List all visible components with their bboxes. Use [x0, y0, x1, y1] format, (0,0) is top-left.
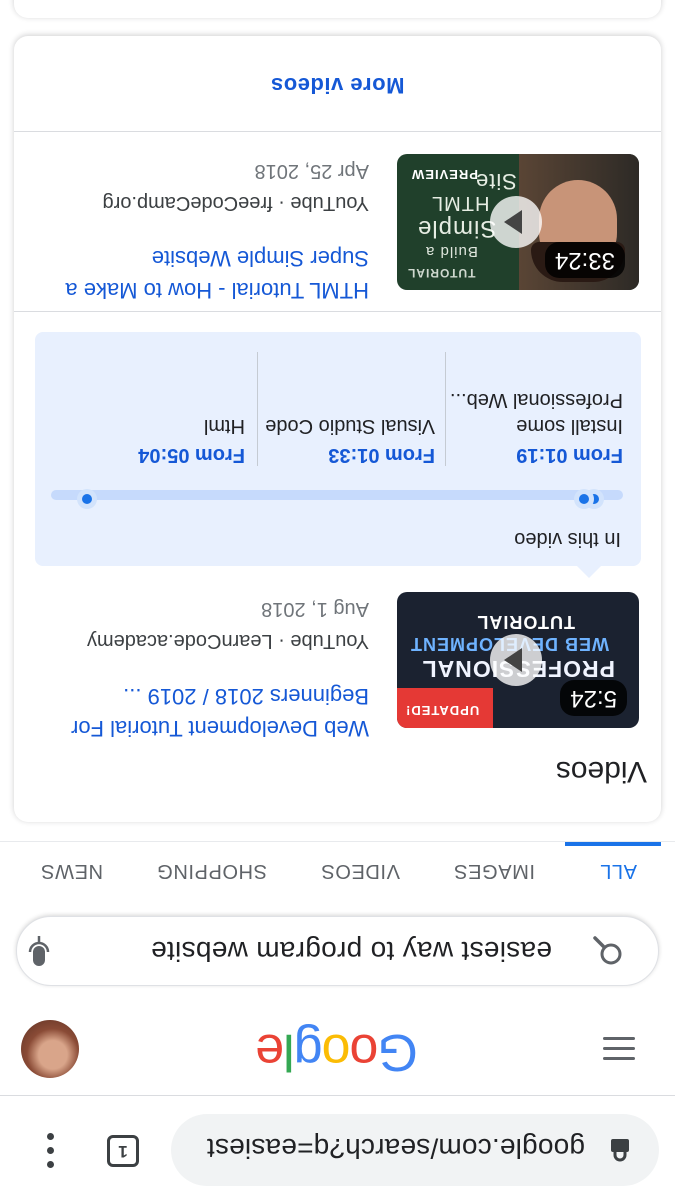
chapter-marker[interactable]	[573, 489, 594, 509]
tab-images[interactable]: IMAGES	[454, 859, 535, 882]
url-text: google.com/search?q=easiest	[206, 1133, 585, 1164]
video-source-1: YouTube · LearnCode.academy	[86, 630, 369, 652]
video-thumbnail-2[interactable]: TUTORIAL Build a Simple HTML Site PREVIE…	[397, 154, 639, 290]
video-duration: 33:24	[544, 242, 625, 278]
logo-letter: G	[378, 1023, 418, 1081]
chapter-2[interactable]: From 01:33 Visual Studio Code	[245, 413, 435, 466]
thumb-text: Build a	[425, 243, 478, 260]
in-this-video-label: In this video	[514, 528, 621, 550]
address-bar[interactable]: google.com/search?q=easiest	[171, 1114, 659, 1186]
video-thumbnail-1[interactable]: UPDATED! PROFESSIONAL WEB DEVELOPMENT TU…	[397, 592, 639, 728]
hamburger-menu-icon[interactable]	[603, 1036, 635, 1060]
previous-result-card	[14, 0, 661, 18]
video-title-1[interactable]: Web Development Tutorial For Beginners 2…	[33, 680, 369, 744]
chapter-time: From 01:33	[328, 444, 435, 466]
video-title-2[interactable]: HTML Tutorial - How to Make a Super Simp…	[33, 242, 369, 306]
google-logo[interactable]: Google	[249, 1022, 425, 1082]
thumb-text: UPDATED!	[405, 703, 480, 718]
chapters-pointer	[575, 564, 603, 578]
thumb-text: HTML	[431, 192, 490, 214]
search-box[interactable]: easiest way to program website	[16, 916, 659, 986]
search-input[interactable]: easiest way to program website	[151, 935, 552, 967]
thumb-text: Site	[475, 169, 517, 194]
tab-all[interactable]: ALL	[600, 859, 637, 882]
overflow-menu-icon[interactable]	[45, 1132, 57, 1168]
thumb-text: TUTORIAL	[407, 266, 476, 280]
videos-heading: Videos	[555, 755, 647, 788]
chapter-1[interactable]: From 01:19 Install some Professional Web…	[433, 387, 623, 466]
chapter-divider	[445, 352, 446, 466]
thumb-text: Simple	[417, 215, 497, 242]
tab-switcher-button[interactable]: 1	[107, 1135, 139, 1167]
screen: google.com/search?q=easiest 1 Google eas…	[0, 0, 675, 1200]
thumb-text: TUTORIAL	[476, 612, 575, 632]
play-icon	[490, 196, 542, 248]
logo-letter: o	[350, 1023, 379, 1081]
chapter-time: From 05:04	[138, 444, 245, 466]
active-tab-indicator	[565, 842, 661, 846]
chapter-title: Html	[203, 415, 245, 437]
logo-letter: g	[294, 1023, 323, 1081]
browser-toolbar: google.com/search?q=easiest 1	[0, 1095, 675, 1200]
logo-letter: o	[322, 1023, 351, 1081]
chapter-divider	[257, 352, 258, 466]
divider	[14, 311, 661, 312]
search-icon[interactable]	[592, 935, 624, 967]
chapter-marker[interactable]	[77, 489, 98, 509]
more-videos-link[interactable]: More videos	[14, 40, 661, 130]
logo-letter: e	[256, 1023, 285, 1081]
logo-letter: l	[284, 1023, 295, 1081]
tab-videos[interactable]: VIDEOS	[321, 859, 400, 882]
search-tabs: ALL IMAGES VIDEOS SHOPPING NEWS	[0, 841, 675, 900]
video-source-2: YouTube · freeCodeCamp.org	[102, 192, 369, 214]
video-date-2: Apr 25, 2018	[254, 160, 369, 182]
play-icon	[490, 634, 542, 686]
video-date-1: Aug 1, 2018	[261, 598, 369, 620]
tab-news[interactable]: NEWS	[41, 859, 103, 882]
chapter-title: Install some Professional Web...	[449, 389, 623, 437]
video-duration: 5:24	[560, 680, 627, 716]
chapter-timeline[interactable]	[51, 489, 623, 509]
chapter-title: Visual Studio Code	[265, 415, 435, 437]
divider	[14, 131, 661, 132]
tab-shopping[interactable]: SHOPPING	[157, 859, 267, 882]
thumb-text: PREVIEW	[411, 167, 478, 182]
chapter-3[interactable]: From 05:04 Html	[55, 413, 245, 466]
microphone-icon[interactable]	[28, 933, 50, 967]
chapter-time: From 01:19	[516, 444, 623, 466]
lock-icon	[611, 1139, 629, 1162]
avatar[interactable]	[21, 1020, 79, 1078]
